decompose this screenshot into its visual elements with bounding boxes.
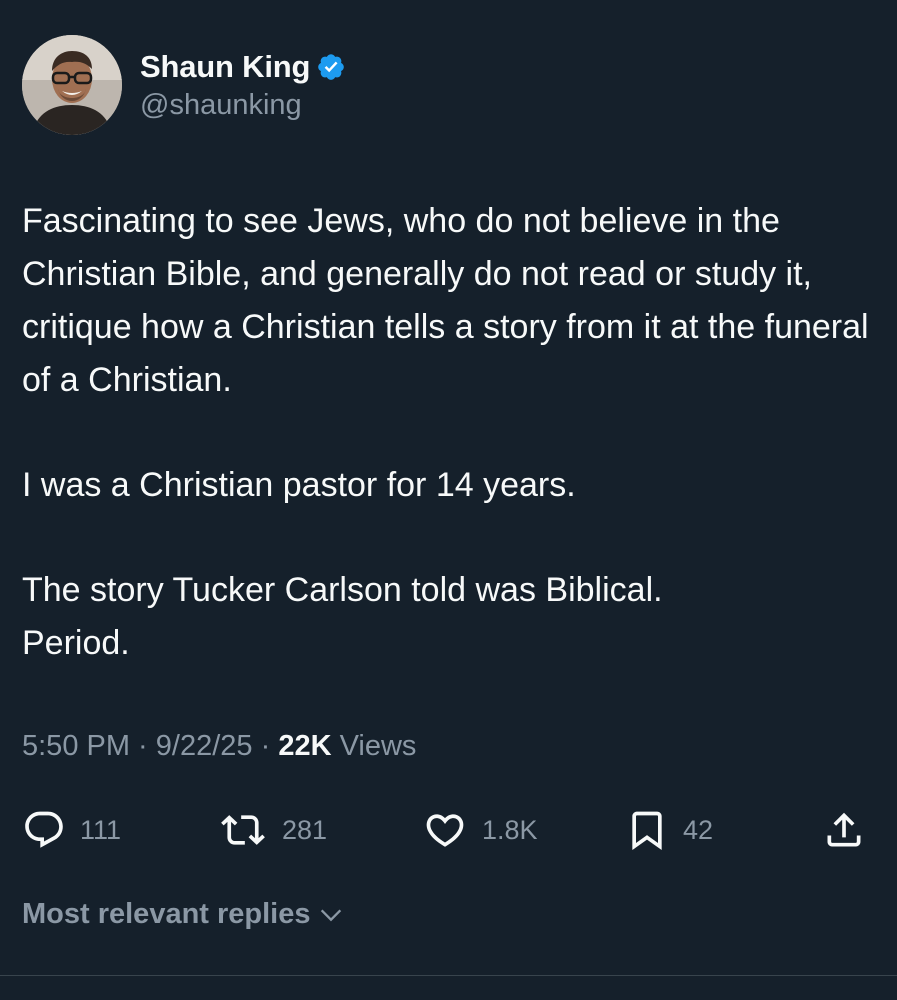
verified-badge-icon[interactable] [316, 52, 346, 82]
meta-separator: · [130, 730, 156, 762]
tweet-time[interactable]: 5:50 PM [22, 730, 130, 762]
reply-count: 111 [80, 814, 122, 845]
avatar[interactable] [22, 35, 122, 135]
bookmark-button[interactable]: 42 [625, 805, 713, 855]
chevron-down-icon [320, 909, 341, 921]
replies-sort-dropdown[interactable]: Most relevant replies [22, 898, 345, 931]
meta-separator: · [252, 730, 279, 762]
reply-button[interactable]: 111 [22, 805, 121, 855]
replies-sort-label: Most relevant replies [22, 898, 311, 930]
divider [0, 975, 897, 976]
repost-icon [221, 815, 265, 845]
display-name[interactable]: Shaun King [140, 49, 310, 85]
tweet-date[interactable]: 9/22/25 [156, 730, 253, 762]
tweet-header: Shaun King @shaunking [22, 35, 346, 135]
views-label: Views [331, 730, 417, 762]
heart-icon [426, 814, 464, 847]
like-button[interactable]: 1.8K [422, 805, 538, 855]
like-count: 1.8K [482, 814, 538, 845]
tweet-meta: 5:50 PM · 9/22/25 · 22K Views [22, 730, 416, 763]
share-icon [827, 812, 861, 847]
views-count[interactable]: 22K [278, 730, 331, 762]
author-names: Shaun King @shaunking [140, 49, 346, 122]
tweet-paragraph: Fascinating to see Jews, who do not beli… [22, 202, 869, 399]
avatar-image [22, 35, 122, 135]
author-handle[interactable]: @shaunking [140, 89, 346, 122]
repost-button[interactable]: 281 [218, 805, 327, 855]
bookmark-count: 42 [683, 814, 714, 845]
repost-count: 281 [282, 814, 328, 845]
reply-icon [25, 811, 63, 848]
bookmark-icon [632, 811, 662, 851]
share-button[interactable] [822, 805, 866, 855]
display-name-row: Shaun King [140, 49, 346, 85]
action-bar: 111 281 1.8K 42 [0, 805, 897, 855]
tweet-paragraph: I was a Christian pastor for 14 years. [22, 466, 576, 504]
tweet-text: Fascinating to see Jews, who do not beli… [22, 195, 882, 722]
tweet-paragraph: The story Tucker Carlson told was Biblic… [22, 571, 663, 662]
